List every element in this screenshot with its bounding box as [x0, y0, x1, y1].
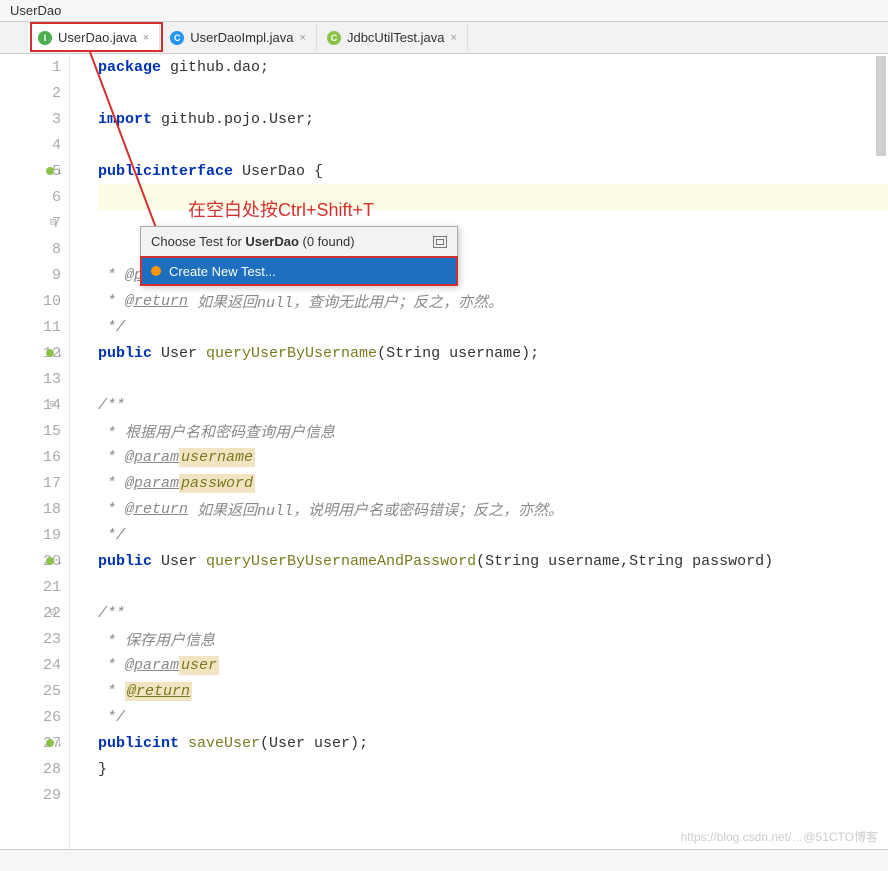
code-text: UserDao {: [233, 163, 323, 180]
comment: *: [98, 501, 125, 518]
close-icon[interactable]: ×: [300, 32, 306, 44]
class-icon: C: [170, 31, 184, 45]
comment: *: [98, 657, 125, 674]
scrollbar-marker[interactable]: [876, 56, 886, 156]
doc-tag: @return: [125, 501, 188, 518]
comment: /**: [98, 605, 125, 622]
gutter: 1 2 3 4 5 6 7 8 9 10 11 12 13 14 15 16 1…: [0, 54, 70, 849]
code-text: User: [152, 553, 206, 570]
keyword-package: package: [98, 59, 161, 76]
param-highlight: username: [179, 448, 255, 467]
window-title: UserDao: [0, 0, 888, 22]
keyword: public: [98, 345, 152, 362]
method-name: saveUser: [179, 735, 260, 752]
status-bar: [0, 849, 888, 871]
code-text: (User user);: [260, 735, 368, 752]
code-text: (String username);: [377, 345, 539, 362]
code-text: github.pojo.User;: [152, 111, 314, 128]
doc-tag: @return: [125, 682, 192, 701]
keyword: public: [98, 735, 152, 752]
test-class-icon: C: [327, 31, 341, 45]
interface-icon: I: [38, 31, 52, 45]
keyword-import: import: [98, 111, 152, 128]
doc-tag: @param: [125, 657, 179, 674]
param-highlight: password: [179, 474, 255, 493]
comment: 如果返回null，说明用户名或密码错误；反之，亦然。: [188, 499, 563, 520]
popup-title-class: UserDao: [245, 234, 298, 249]
popup-title: Choose Test for UserDao (0 found): [151, 234, 355, 249]
doc-tag: @return: [125, 293, 188, 310]
code-text: }: [98, 761, 107, 778]
code-text: (String username,String password): [476, 553, 773, 570]
annotation-text: 在空白处按Ctrl+Shift+T: [188, 196, 374, 222]
keyword: public: [98, 553, 152, 570]
comment: *: [98, 683, 125, 700]
comment: /**: [98, 397, 125, 414]
comment: 如果返回null，查询无此用户；反之，亦然。: [188, 291, 503, 312]
tab-userdao[interactable]: I UserDao.java ×: [28, 24, 160, 52]
popup-title-prefix: Choose Test for: [151, 234, 245, 249]
comment: * 保存用户信息: [98, 629, 215, 650]
code-editor[interactable]: 1 2 3 4 5 6 7 8 9 10 11 12 13 14 15 16 1…: [0, 54, 888, 849]
keyword: int: [152, 735, 179, 752]
tab-label: JdbcUtilTest.java: [347, 30, 445, 45]
tab-jdbcutiltest[interactable]: C JdbcUtilTest.java ×: [317, 24, 468, 52]
comment: *: [98, 475, 125, 492]
comment: * 根据用户名和密码查询用户信息: [98, 421, 335, 442]
code-text: User: [152, 345, 206, 362]
comment: *: [98, 293, 125, 310]
method-name: queryUserByUsernameAndPassword: [206, 553, 476, 570]
tab-label: UserDaoImpl.java: [190, 30, 293, 45]
close-icon[interactable]: ×: [143, 32, 149, 44]
watermark: https://blog.csdn.net/…@51CTO博客: [681, 828, 878, 845]
popup-title-suffix: (0 found): [299, 234, 355, 249]
bullet-icon: [151, 266, 161, 276]
choose-test-popup: Choose Test for UserDao (0 found) Create…: [140, 226, 458, 286]
popup-header: Choose Test for UserDao (0 found): [141, 227, 457, 257]
comment: */: [98, 319, 125, 336]
editor-tabs: I UserDao.java × C UserDaoImpl.java × C …: [0, 22, 888, 54]
create-new-test-item[interactable]: Create New Test...: [141, 257, 457, 285]
popup-item-label: Create New Test...: [169, 264, 276, 279]
comment: *: [98, 449, 125, 466]
doc-tag: @param: [125, 449, 179, 466]
close-icon[interactable]: ×: [451, 32, 457, 44]
doc-tag: @param: [125, 475, 179, 492]
code-content[interactable]: package github.dao; import github.pojo.U…: [70, 54, 888, 849]
param-highlight: user: [179, 656, 219, 675]
tab-userdaoimpl[interactable]: C UserDaoImpl.java ×: [160, 24, 317, 52]
expand-icon[interactable]: [433, 236, 447, 248]
comment: */: [98, 527, 125, 544]
comment: */: [98, 709, 125, 726]
comment: *: [98, 267, 125, 284]
tab-label: UserDao.java: [58, 30, 137, 45]
keyword-interface: interface: [152, 163, 233, 180]
keyword-public: public: [98, 163, 152, 180]
method-name: queryUserByUsername: [206, 345, 377, 362]
code-text: github.dao;: [161, 59, 269, 76]
